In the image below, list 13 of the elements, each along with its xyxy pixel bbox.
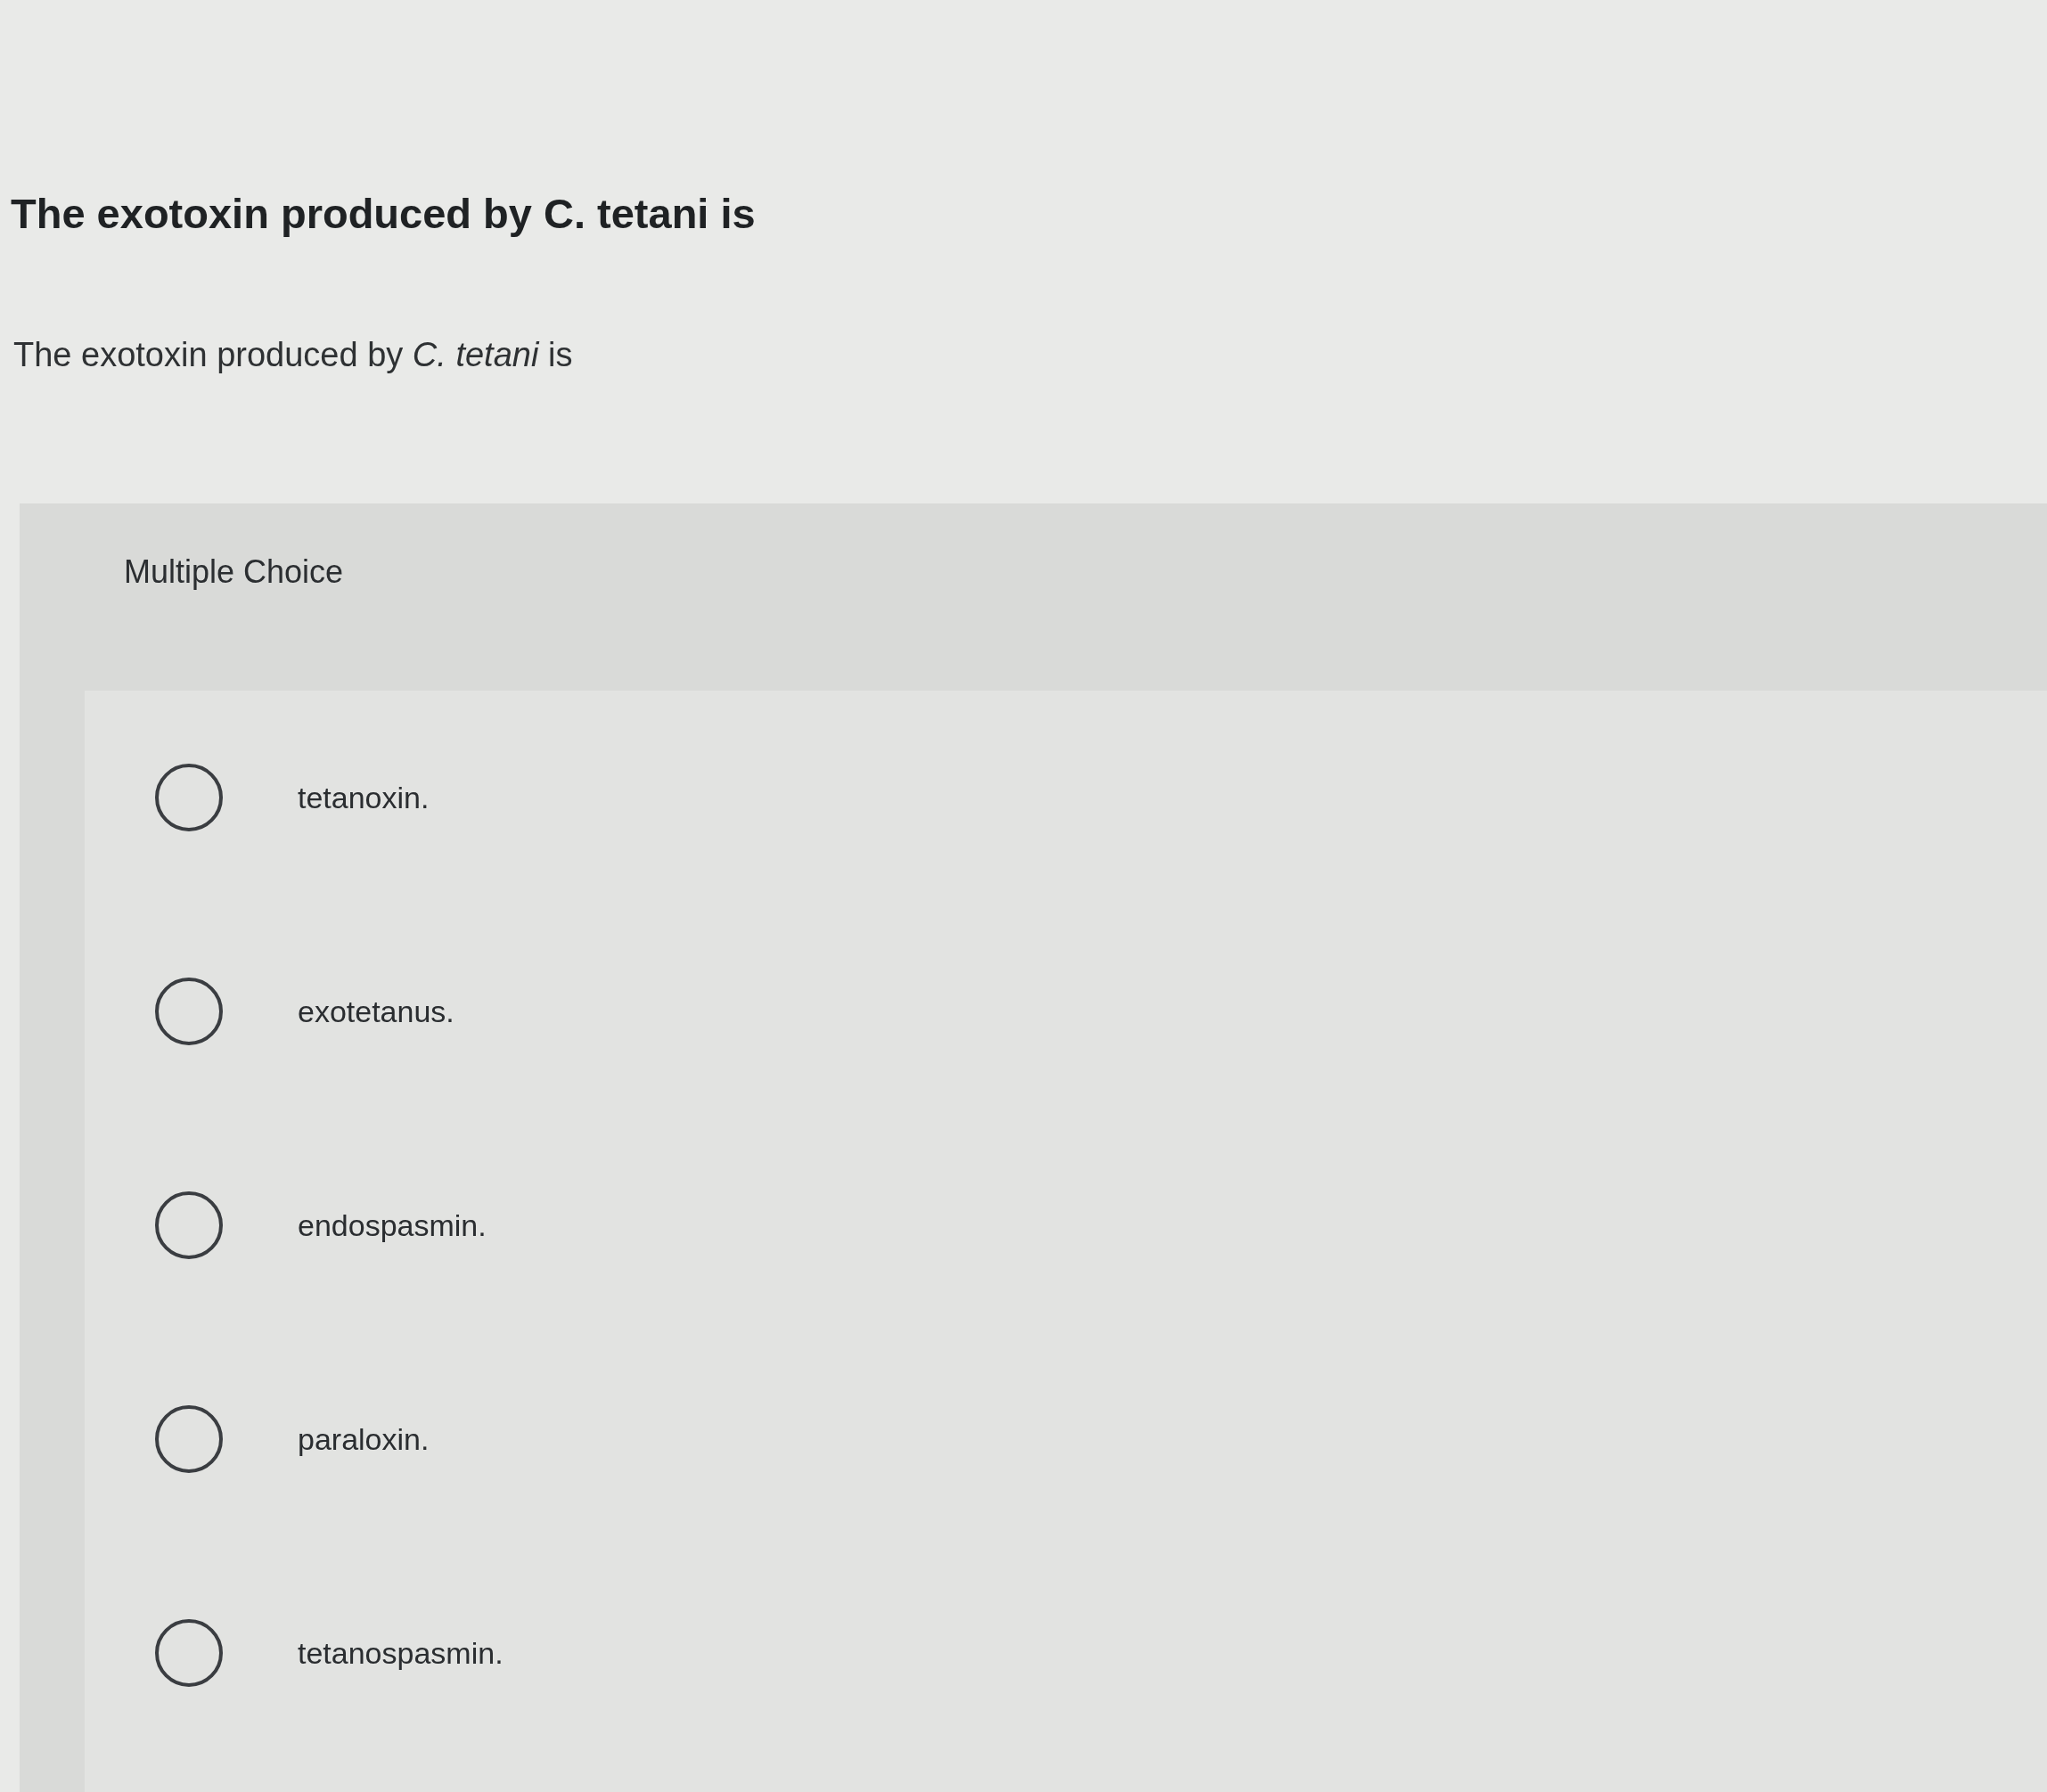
radio-button[interactable] bbox=[155, 764, 223, 831]
answer-option-label[interactable]: endospasmin. bbox=[298, 1207, 487, 1244]
question-prompt: The exotoxin produced by C. tetani is bbox=[13, 335, 573, 375]
radio-button[interactable] bbox=[155, 1619, 223, 1687]
radio-button[interactable] bbox=[155, 1405, 223, 1473]
radio-button[interactable] bbox=[155, 1191, 223, 1259]
radio-button[interactable] bbox=[155, 978, 223, 1045]
answer-option-label[interactable]: tetanospasmin. bbox=[298, 1634, 504, 1672]
question-title: The exotoxin produced by C. tetani is bbox=[11, 189, 756, 239]
answer-option-label[interactable]: paraloxin. bbox=[298, 1420, 430, 1458]
answer-option-label[interactable]: exotetanus. bbox=[298, 993, 454, 1030]
answer-option-label[interactable]: tetanoxin. bbox=[298, 779, 430, 816]
question-type-label: Multiple Choice bbox=[124, 552, 344, 592]
